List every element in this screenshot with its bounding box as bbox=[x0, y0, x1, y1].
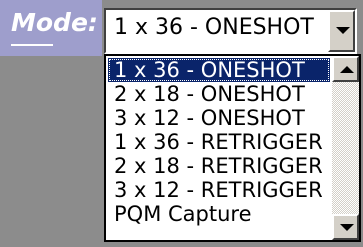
chevron-down-icon bbox=[336, 27, 350, 34]
mode-dropdown-list[interactable]: 1 x 36 - ONESHOT 2 x 18 - ONESHOT 3 x 12… bbox=[104, 54, 361, 242]
scroll-down-arrow-icon bbox=[340, 224, 354, 231]
list-item-1x36-oneshot[interactable]: 1 x 36 - ONESHOT bbox=[108, 58, 330, 82]
combo-current-value: 1 x 36 - ONESHOT bbox=[114, 15, 314, 40]
scroll-up-button[interactable] bbox=[332, 56, 359, 82]
list-item-2x18-retrigger[interactable]: 2 x 18 - RETRIGGER bbox=[108, 154, 330, 178]
combo-dropdown-button[interactable] bbox=[328, 10, 355, 52]
scroll-up-arrow-icon bbox=[340, 66, 354, 73]
list-item-2x18-oneshot[interactable]: 2 x 18 - ONESHOT bbox=[108, 82, 330, 106]
list-item-1x36-retrigger[interactable]: 1 x 36 - RETRIGGER bbox=[108, 130, 330, 154]
list-item-pqm-capture[interactable]: PQM Capture bbox=[108, 202, 330, 226]
mode-label-area: Mode: bbox=[0, 0, 102, 56]
mode-label-underline bbox=[11, 44, 53, 46]
scroll-down-button[interactable] bbox=[332, 214, 359, 240]
mode-label: Mode: bbox=[11, 8, 98, 37]
mode-combobox[interactable]: 1 x 36 - ONESHOT bbox=[104, 8, 357, 54]
list-item-3x12-retrigger[interactable]: 3 x 12 - RETRIGGER bbox=[108, 178, 330, 202]
list-item-3x12-oneshot[interactable]: 3 x 12 - ONESHOT bbox=[108, 106, 330, 130]
list-scrollbar[interactable] bbox=[332, 56, 359, 240]
